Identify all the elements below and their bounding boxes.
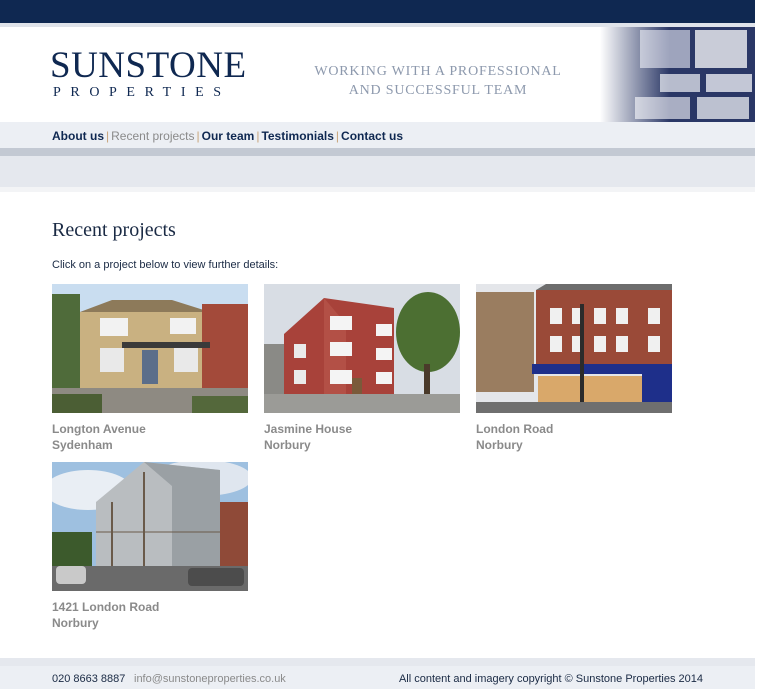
logo-subtitle[interactable]: PROPERTIES: [53, 86, 231, 100]
brick-wall-image: [600, 27, 755, 122]
nav-separator: |: [256, 129, 260, 143]
project-photo-london-road[interactable]: [476, 284, 672, 413]
tagline-line-1: WORKING WITH A PROFESSIONAL: [314, 64, 562, 79]
project-area: Norbury: [264, 438, 311, 452]
nav-our-team[interactable]: Our team: [202, 129, 255, 143]
project-area: Norbury: [52, 616, 99, 630]
project-photo-jasmine-house[interactable]: [264, 284, 460, 413]
project-name[interactable]: 1421 London Road: [52, 599, 248, 615]
site-header: SUNSTONE PROPERTIES WORKING WITH A PROFE…: [0, 27, 755, 122]
tagline-line-2: AND SUCCESSFUL TEAM: [348, 83, 528, 98]
top-bar: [0, 0, 755, 23]
header-band: [0, 156, 755, 187]
nav-separator: |: [335, 129, 340, 143]
header-stripe: [0, 148, 755, 156]
page-title: Recent projects: [52, 219, 176, 241]
footer-phone: 020 8663 8887: [52, 673, 126, 685]
project-name[interactable]: London Road: [476, 421, 672, 437]
project-card[interactable]: Longton Avenue Sydenham: [52, 284, 248, 453]
nav-separator: |: [106, 129, 110, 143]
nav-separator: |: [196, 129, 200, 143]
footer-email-link[interactable]: info@sunstoneproperties.co.uk: [134, 673, 286, 685]
project-card[interactable]: 1421 London Road Norbury: [52, 462, 248, 631]
header-tagline: WORKING WITH A PROFESSIONAL AND SUCCESSF…: [300, 62, 576, 100]
logo-wordmark[interactable]: SUNSTONE: [50, 47, 247, 84]
project-photo-1421-london-road[interactable]: [52, 462, 248, 591]
nav-testimonials[interactable]: Testimonials: [261, 129, 333, 143]
footer-divider: [0, 658, 755, 666]
project-photo-longton-avenue[interactable]: [52, 284, 248, 413]
intro-text: Click on a project below to view further…: [52, 259, 279, 271]
project-area: Norbury: [476, 438, 523, 452]
project-name[interactable]: Longton Avenue: [52, 421, 248, 437]
project-card[interactable]: Jasmine House Norbury: [264, 284, 460, 453]
main-nav: About us | Recent projects | Our team | Testim…: [0, 122, 755, 148]
site-footer: 020 8663 8887 info@sunstoneproperties.co…: [0, 666, 755, 689]
project-name[interactable]: Jasmine House: [264, 421, 460, 437]
nav-recent-projects[interactable]: Recent projects: [111, 129, 194, 143]
project-area: Sydenham: [52, 438, 113, 452]
footer-copyright: All content and imagery copyright © Suns…: [398, 673, 703, 685]
project-card[interactable]: London Road Norbury: [476, 284, 672, 453]
nav-about-us[interactable]: About us: [52, 129, 104, 143]
header-band-edge: [0, 187, 755, 192]
nav-contact-us[interactable]: Contact us: [341, 129, 403, 143]
